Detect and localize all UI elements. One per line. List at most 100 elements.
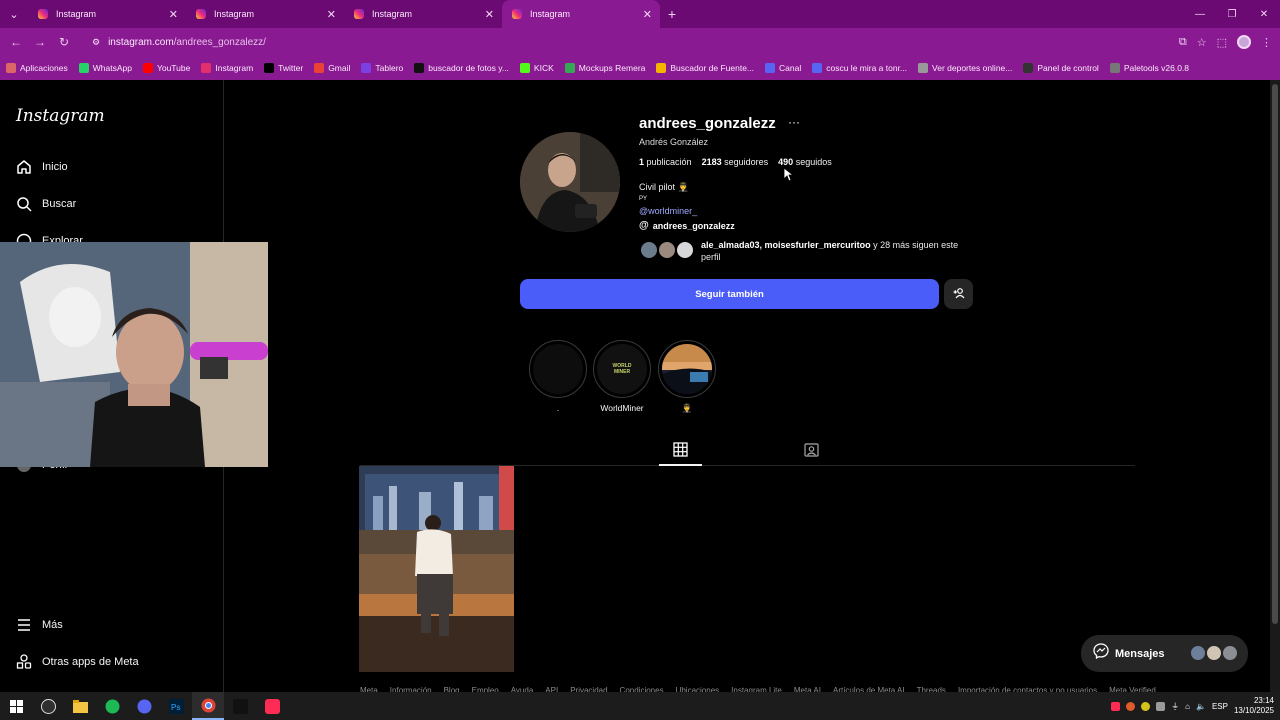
scrollbar-thumb[interactable] — [1272, 84, 1278, 624]
messages-button[interactable]: Mensajes — [1081, 635, 1248, 672]
url-bar[interactable]: ⚙ instagram.com/andrees_gonzalezz/ — [84, 31, 1124, 53]
tab-search-icon[interactable]: ⌄ — [0, 0, 28, 28]
kick-taskbar-icon[interactable] — [224, 692, 256, 720]
bookmark-label: Paletools v26.0.8 — [1123, 63, 1190, 73]
tiktok-icon[interactable] — [256, 692, 288, 720]
bookmark-item[interactable]: Canal — [765, 63, 801, 73]
bookmark-item[interactable]: Gmail — [314, 63, 350, 73]
bookmark-item[interactable]: Panel de control — [1023, 63, 1099, 73]
sidebar-item-buscar[interactable]: Buscar — [16, 196, 76, 212]
suggested-users-button[interactable] — [944, 279, 973, 309]
bookmark-label: Mockups Remera — [578, 63, 646, 73]
bookmark-item[interactable]: WhatsApp — [78, 63, 132, 73]
close-tab-icon[interactable]: ✕ — [327, 8, 336, 21]
story-highlight[interactable]: . — [529, 340, 587, 413]
bookmark-item[interactable]: coscu le mira a tonr... — [812, 63, 907, 73]
tray-app-icon[interactable] — [1156, 701, 1166, 711]
close-tab-icon[interactable]: ✕ — [485, 8, 494, 21]
language-indicator[interactable]: ESP — [1212, 702, 1228, 711]
sidebar-item-inicio[interactable]: Inicio — [16, 159, 68, 175]
page-scrollbar[interactable] — [1270, 80, 1280, 692]
network-icon[interactable]: ⌂ — [1185, 702, 1190, 711]
tray-app-icon[interactable] — [1111, 701, 1121, 711]
new-tab-icon[interactable]: + — [660, 6, 684, 22]
spotify-icon[interactable] — [96, 692, 128, 720]
highlight-ring — [658, 340, 716, 398]
site-info-icon[interactable]: ⚙ — [92, 37, 100, 48]
worldminer-logo: WORLD MINER — [612, 363, 632, 375]
tab-tagged[interactable] — [804, 442, 819, 462]
extensions-icon[interactable]: ⬚ — [1217, 36, 1227, 49]
obs-icon[interactable] — [32, 692, 64, 720]
usb-icon[interactable]: ⏚ — [1171, 701, 1179, 712]
sidebar-item-mas[interactable]: Más — [16, 617, 63, 633]
discord-icon[interactable] — [128, 692, 160, 720]
posts-stat: 1 publicación — [639, 157, 692, 167]
close-window-icon[interactable]: ✕ — [1248, 0, 1280, 28]
bookmark-item[interactable]: YouTube — [142, 63, 190, 73]
instagram-favicon-icon — [196, 9, 206, 19]
following-stat[interactable]: 490 seguidos — [778, 157, 832, 167]
bookmark-star-icon[interactable]: ☆ — [1197, 36, 1207, 49]
browser-tab-2[interactable]: Instagram ✕ — [186, 0, 344, 28]
profile-avatar-icon[interactable] — [1237, 35, 1251, 49]
volume-icon[interactable]: 🔈 — [1196, 702, 1206, 711]
bookmark-label: Canal — [779, 63, 802, 73]
instagram-favicon-icon — [38, 9, 48, 19]
bookmark-item[interactable]: KICK — [519, 63, 554, 73]
messages-label: Mensajes — [1115, 647, 1165, 660]
followers-stat[interactable]: 2183 seguidores — [702, 157, 769, 167]
browser-tab-1[interactable]: Instagram ✕ — [28, 0, 186, 28]
bookmark-item[interactable]: Ver deportes online... — [918, 63, 1012, 73]
threads-link[interactable]: @ andrees_gonzalezz — [639, 220, 735, 231]
browser-tab-title: Instagram — [56, 9, 97, 19]
bio-mention-link[interactable]: @worldminer_ — [639, 206, 697, 216]
mutual-followers-avatars[interactable] — [639, 240, 697, 260]
taskbar-clock[interactable]: 23:14 13/10/2025 — [1234, 696, 1274, 716]
story-highlight[interactable]: 👨‍✈️ — [658, 340, 716, 414]
bookmark-item[interactable]: Twitter — [264, 63, 303, 73]
post-thumbnail[interactable] — [359, 466, 514, 672]
followed-by-text[interactable]: ale_almada03, moisesfurler_mercuritoo y … — [701, 239, 971, 263]
address-toolbar: ← → ↻ ⚙ instagram.com/andrees_gonzalezz/… — [0, 28, 1280, 56]
posts-label: publicación — [646, 157, 692, 167]
more-options-icon[interactable]: ··· — [788, 115, 800, 129]
svg-text:Ps: Ps — [171, 703, 180, 712]
reload-icon[interactable]: ↻ — [52, 30, 76, 54]
install-app-icon[interactable]: ⧉ — [1179, 36, 1187, 49]
bookmark-label: Instagram — [215, 63, 254, 73]
youtube-icon — [142, 63, 153, 73]
browser-tab-title: Instagram — [530, 9, 571, 19]
bookmark-item[interactable]: Instagram — [201, 63, 253, 73]
restore-icon[interactable]: ❐ — [1216, 0, 1248, 28]
sidebar-item-meta-apps[interactable]: Otras apps de Meta — [16, 654, 139, 670]
story-highlight[interactable]: WORLD MINER WorldMiner — [593, 340, 651, 413]
photoshop-icon[interactable]: Ps — [160, 692, 192, 720]
tab-posts-grid[interactable] — [673, 442, 688, 462]
bookmark-item[interactable]: Tablero — [361, 63, 403, 73]
profile-avatar[interactable] — [520, 132, 620, 232]
file-explorer-icon[interactable] — [64, 692, 96, 720]
bookmark-item[interactable]: Mockups Remera — [564, 63, 646, 73]
bookmark-item[interactable]: Aplicaciones — [6, 63, 68, 73]
chrome-menu-icon[interactable]: ⋮ — [1261, 36, 1272, 49]
bookmark-label: KICK — [533, 63, 554, 73]
forward-icon[interactable]: → — [28, 30, 52, 54]
tray-app-icon[interactable] — [1126, 701, 1136, 711]
browser-tab-3[interactable]: Instagram ✕ — [344, 0, 502, 28]
window-controls: — ❐ ✕ — [1184, 0, 1280, 28]
windows-start-icon[interactable] — [0, 692, 32, 720]
bookmark-item[interactable]: Buscador de Fuente... — [656, 63, 754, 73]
tray-app-icon[interactable] — [1141, 701, 1151, 711]
bookmark-item[interactable]: Paletools v26.0.8 — [1109, 63, 1190, 73]
close-tab-icon[interactable]: ✕ — [169, 8, 178, 21]
close-tab-icon[interactable]: ✕ — [643, 8, 652, 21]
back-icon[interactable]: ← — [4, 30, 28, 54]
chrome-taskbar-icon[interactable] — [192, 692, 224, 720]
bio-line-1: Civil pilot 👨‍✈️ — [639, 182, 689, 192]
follow-back-button[interactable]: Seguir también — [520, 279, 939, 309]
instagram-logo[interactable]: Instagram — [16, 106, 105, 126]
minimize-icon[interactable]: — — [1184, 0, 1216, 28]
bookmark-item[interactable]: buscador de fotos y... — [414, 63, 509, 73]
browser-tab-4-active[interactable]: Instagram ✕ — [502, 0, 660, 28]
